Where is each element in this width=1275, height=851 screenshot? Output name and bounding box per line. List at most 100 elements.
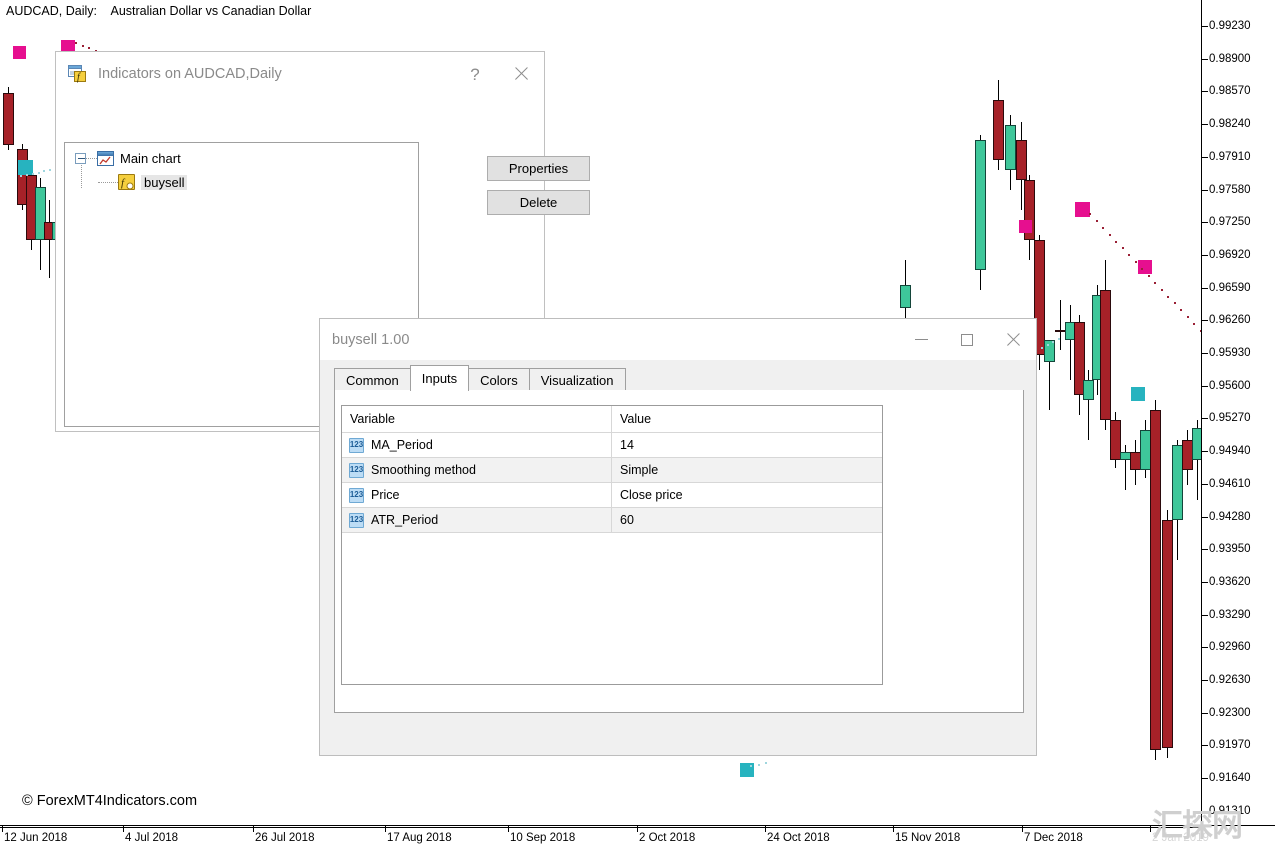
price-tick xyxy=(1202,483,1208,485)
price-scale[interactable]: 0.99230 0.98900 0.98570 0.98240 0.97910 0.975… xyxy=(1202,0,1275,826)
123-icon: 123 xyxy=(349,512,364,528)
fx-icon: f xyxy=(118,174,135,190)
tab-visualization[interactable]: Visualization xyxy=(528,368,626,391)
sell-trail-dot xyxy=(1108,233,1111,236)
tab-colors[interactable]: Colors xyxy=(468,368,530,391)
buy-trail-dot xyxy=(1046,344,1049,346)
price-tick-label: 0.95600 xyxy=(1209,379,1251,392)
price-tick-label: 0.96260 xyxy=(1209,314,1251,327)
tab-label: Visualization xyxy=(540,372,614,388)
date-tick xyxy=(253,826,254,832)
price-tick xyxy=(1202,320,1208,322)
candle-body xyxy=(3,92,14,145)
maximize-icon xyxy=(961,333,973,346)
123-icon: 123 xyxy=(349,437,364,453)
candle-wick xyxy=(1060,299,1061,350)
price-tick-label: 0.97580 xyxy=(1209,183,1251,196)
buy-signal-marker xyxy=(1131,387,1145,401)
sell-trail-dot xyxy=(1193,323,1196,326)
date-tick-label: 10 Sep 2018 xyxy=(510,832,576,844)
parameter-value-cell[interactable]: Close price xyxy=(612,483,882,507)
tree-item-buysell[interactable]: f buysell xyxy=(98,174,188,190)
sell-trail-dot xyxy=(1180,309,1183,312)
price-tick-label: 0.94280 xyxy=(1209,510,1251,523)
tree-item-main-chart[interactable]: Main chart xyxy=(75,151,181,166)
date-tick-label: 24 Oct 2018 xyxy=(767,832,830,844)
price-tick xyxy=(1202,712,1208,714)
close-icon xyxy=(513,66,529,82)
buy-trail-dot xyxy=(1058,338,1060,340)
date-tick xyxy=(765,826,766,832)
table-row[interactable]: 123 Smoothing method Simple xyxy=(342,458,882,483)
price-tick xyxy=(1202,222,1208,224)
sell-trail-dot xyxy=(81,44,84,47)
parameter-name: MA_Period xyxy=(371,438,433,452)
price-tick-label: 0.93620 xyxy=(1209,575,1251,588)
parameter-name-cell: 123 MA_Period xyxy=(342,433,612,457)
parameters-table[interactable]: Variable Value 123 MA_Period 14 123 Smoothin… xyxy=(341,405,883,685)
price-tick xyxy=(1202,189,1208,191)
help-button[interactable]: ? xyxy=(452,52,498,96)
date-tick xyxy=(637,826,638,832)
price-tick-label: 0.99230 xyxy=(1209,20,1251,32)
table-row[interactable]: 123 Price Close price xyxy=(342,483,882,508)
tree-connector xyxy=(81,165,82,188)
sell-trail-dot xyxy=(88,47,91,50)
minimize-button[interactable] xyxy=(898,319,944,360)
sell-trail-dot xyxy=(1167,295,1170,298)
date-scale[interactable]: 12 Jun 2018 4 Jul 2018 26 Jul 2018 17 Aug 2… xyxy=(0,826,1275,851)
delete-button[interactable]: Delete xyxy=(487,190,590,215)
collapse-icon[interactable] xyxy=(75,153,86,164)
buy-trail-dot xyxy=(757,763,760,766)
parameter-value-cell[interactable]: 60 xyxy=(612,508,882,532)
tab-strip[interactable]: Common Inputs Colors Visualization xyxy=(334,365,1022,391)
sell-trail-dot xyxy=(1160,288,1163,291)
table-row[interactable]: 123 ATR_Period 60 xyxy=(342,508,882,533)
candle-body xyxy=(975,139,986,270)
parameter-value-cell[interactable]: Simple xyxy=(612,458,882,482)
date-tick xyxy=(1022,826,1023,832)
parameters-table-rows: 123 MA_Period 14 123 Smoothing method Simple 1… xyxy=(342,433,882,533)
price-tick-label: 0.98900 xyxy=(1209,52,1251,65)
parameter-value: 14 xyxy=(620,438,634,452)
candle-body xyxy=(1083,379,1094,400)
sell-trail-dot xyxy=(1128,254,1131,257)
close-icon xyxy=(1005,332,1021,348)
svg-text:f: f xyxy=(121,177,126,189)
buysell-window-title: buysell 1.00 xyxy=(332,331,410,348)
candle-wick xyxy=(1070,304,1071,380)
price-tick-label: 0.92300 xyxy=(1209,706,1251,719)
price-tick xyxy=(1202,91,1208,93)
buysell-properties-window[interactable]: buysell 1.00 Common Inputs Colors Visualiza… xyxy=(319,318,1037,756)
price-tick-label: 0.96590 xyxy=(1209,281,1251,294)
sell-trail-dot xyxy=(1095,219,1098,222)
parameter-name-cell: 123 Smoothing method xyxy=(342,458,612,482)
sell-trail-dot xyxy=(1141,268,1144,271)
tab-common[interactable]: Common xyxy=(334,368,411,391)
buysell-window-controls xyxy=(898,319,1036,360)
tab-label: Inputs xyxy=(421,371,458,386)
buysell-titlebar[interactable]: buysell 1.00 xyxy=(320,319,1036,360)
buy-trail-dot xyxy=(25,173,28,176)
buy-trail-dot xyxy=(1052,341,1055,343)
sell-trail-dot xyxy=(1121,247,1124,250)
price-tick xyxy=(1202,516,1208,518)
price-tick xyxy=(1202,778,1208,780)
price-tick xyxy=(1202,26,1208,27)
sell-signal-marker xyxy=(1019,220,1032,233)
indicators-titlebar[interactable]: f Indicators on AUDCAD,Daily ? xyxy=(56,52,544,96)
tab-inputs[interactable]: Inputs xyxy=(409,365,470,391)
question-mark-icon: ? xyxy=(470,64,480,84)
price-tick xyxy=(1202,810,1208,812)
candle-body xyxy=(1016,139,1027,180)
sell-trail-dot xyxy=(1154,281,1157,284)
buysell-close-button[interactable] xyxy=(990,319,1036,360)
tree-dotted-line xyxy=(98,181,118,183)
table-row[interactable]: 123 MA_Period 14 xyxy=(342,433,882,458)
parameter-name: Price xyxy=(371,488,400,502)
maximize-button[interactable] xyxy=(944,319,990,360)
properties-button[interactable]: Properties xyxy=(487,156,590,181)
indicators-close-button[interactable] xyxy=(498,52,544,96)
parameter-value-cell[interactable]: 14 xyxy=(612,433,882,457)
indicators-icon: f xyxy=(68,65,88,83)
